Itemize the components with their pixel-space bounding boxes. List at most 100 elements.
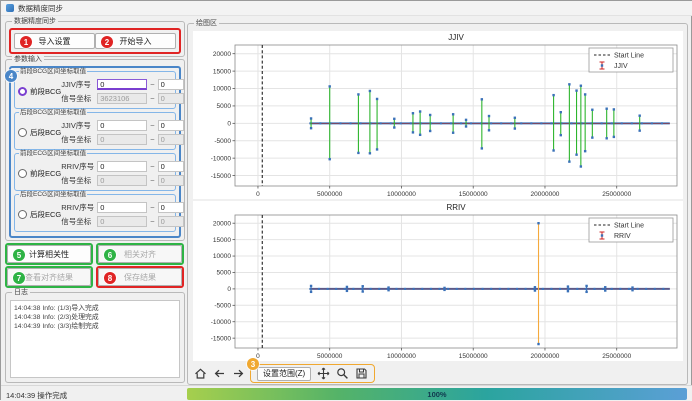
plot-toolbar: 3 设置范围(Z) — [191, 364, 375, 383]
param-group: 参数输入 4 前段BCG区间坐标取值 前段BCG JJIV序号 ~ — [5, 59, 185, 241]
svg-text:-10000: -10000 — [211, 155, 232, 162]
svg-text:20000000: 20000000 — [531, 191, 560, 198]
back-arrow-icon[interactable] — [212, 367, 226, 381]
save-result-cell: 8 保存结果 — [96, 266, 184, 288]
save-icon[interactable] — [354, 367, 368, 381]
import-settings-label: 导入设置 — [39, 36, 71, 47]
rriv-chart[interactable]: 0500000010000000150000002000000025000000… — [193, 201, 683, 361]
step-badge-5: 5 — [13, 249, 25, 261]
start-import-button[interactable]: 2 开始导入 — [95, 33, 176, 49]
rear-ecg-body: 后段ECG RRIV序号 ~ 信号坐标 ~ — [15, 195, 175, 231]
rear-bcg-section-title: 后段BCG区间坐标取值 — [19, 109, 87, 117]
action-buttons: 5 计算相关性 6 相关对齐 7 查看对齐结果 8 保存结果 — [5, 243, 185, 290]
rear-ecg-section: 后段ECG区间坐标取值 后段ECG RRIV序号 ~ — [14, 194, 176, 232]
front-ecg-coord-to-input[interactable] — [158, 175, 184, 186]
jjiv-index-label: JJIV序号 — [61, 120, 94, 131]
front-bcg-radio-label: 前段BCG — [30, 86, 61, 97]
front-ecg-rriv-to-input[interactable] — [158, 161, 184, 172]
svg-text:JJIV: JJIV — [448, 33, 464, 42]
calc-correlation-button[interactable]: 5 计算相关性 — [7, 245, 91, 263]
param-group-title: 参数输入 — [12, 55, 44, 64]
calc-correlation-label: 计算相关性 — [29, 249, 69, 260]
range-tilde: ~ — [150, 94, 154, 103]
svg-text:-5000: -5000 — [214, 303, 231, 310]
range-tilde: ~ — [150, 203, 154, 212]
front-bcg-coord-to-input[interactable] — [158, 93, 184, 104]
range-tilde: ~ — [150, 176, 154, 185]
rear-bcg-jjiv-to-input[interactable] — [158, 120, 184, 131]
progress-bar: 100% — [187, 388, 687, 400]
rear-ecg-section-title: 后段ECG区间坐标取值 — [19, 191, 87, 199]
front-bcg-jjiv-to-input[interactable] — [158, 79, 184, 90]
step-badge-3: 3 — [247, 358, 259, 370]
rear-bcg-coord-from-input[interactable] — [97, 134, 147, 145]
home-icon[interactable] — [193, 367, 207, 381]
rear-bcg-radio-label: 后段BCG — [30, 127, 61, 138]
range-tilde: ~ — [150, 162, 154, 171]
range-tilde: ~ — [150, 217, 154, 226]
svg-text:25000000: 25000000 — [602, 191, 631, 198]
front-bcg-coord-from-input[interactable] — [97, 93, 147, 104]
forward-arrow-icon[interactable] — [231, 367, 245, 381]
rear-bcg-radio[interactable] — [18, 128, 27, 137]
rear-ecg-radio-label: 后段ECG — [30, 209, 61, 220]
set-range-button[interactable]: 设置范围(Z) — [257, 367, 311, 381]
front-ecg-coord-from-input[interactable] — [97, 175, 147, 186]
corr-align-button[interactable]: 6 相关对齐 — [98, 245, 182, 263]
svg-text:0: 0 — [227, 121, 231, 128]
import-settings-button[interactable]: 1 导入设置 — [14, 33, 95, 49]
svg-text:JJIV: JJIV — [614, 63, 628, 70]
svg-text:5000: 5000 — [217, 270, 232, 277]
sync-group-title: 数据精度同步 — [12, 17, 58, 26]
view-result-cell: 7 查看对齐结果 — [5, 266, 93, 288]
plot-panel: 绘图区 050000001000000015000000200000002500… — [187, 19, 689, 385]
front-bcg-jjiv-from-input[interactable] — [97, 79, 147, 90]
svg-text:RRIV: RRIV — [614, 233, 631, 240]
rear-bcg-coord-to-input[interactable] — [158, 134, 184, 145]
rear-ecg-rriv-from-input[interactable] — [97, 202, 147, 213]
svg-text:15000: 15000 — [213, 237, 231, 244]
front-bcg-radio[interactable] — [18, 87, 27, 96]
rriv-index-label: RRIV序号 — [61, 161, 94, 172]
log-group-title: 日志 — [12, 288, 30, 297]
param-frame-annotation: 4 前段BCG区间坐标取值 前段BCG JJIV序号 ~ — [9, 66, 181, 238]
save-result-label: 保存结果 — [124, 272, 156, 283]
app-window: { "window": { "title": "数据精度同步" }, "misc… — [0, 0, 692, 400]
log-line: 14:04:39 Info: (3/3)绘制完成 — [14, 322, 176, 331]
svg-text:10000000: 10000000 — [387, 191, 416, 198]
title-bar: 数据精度同步 — [1, 1, 692, 16]
save-result-button[interactable]: 8 保存结果 — [98, 268, 182, 286]
front-bcg-body: 前段BCG JJIV序号 ~ 信号坐标 ~ — [15, 72, 175, 108]
log-line: 14:04:38 Info: (2/3)处理完成 — [14, 313, 176, 322]
front-ecg-radio[interactable] — [18, 169, 27, 178]
svg-text:5000: 5000 — [217, 103, 232, 110]
svg-text:25000000: 25000000 — [602, 353, 631, 360]
app-icon — [6, 4, 14, 12]
rear-ecg-coord-from-input[interactable] — [97, 216, 147, 227]
front-ecg-rriv-from-input[interactable] — [97, 161, 147, 172]
front-bcg-section: 前段BCG区间坐标取值 前段BCG JJIV序号 ~ — [14, 71, 176, 109]
svg-text:10000: 10000 — [213, 86, 231, 93]
signal-coord-label: 信号坐标 — [61, 134, 94, 145]
jjiv-chart[interactable]: 0500000010000000150000002000000025000000… — [193, 31, 683, 199]
progress-label: 100% — [427, 390, 446, 399]
svg-text:15000: 15000 — [213, 68, 231, 75]
svg-text:10000: 10000 — [213, 253, 231, 260]
rear-ecg-rriv-to-input[interactable] — [158, 202, 184, 213]
pan-icon[interactable] — [316, 367, 330, 381]
log-textarea[interactable]: 14:04:38 Info: (1/3)导入完成 14:04:38 Info: … — [10, 300, 180, 378]
step-badge-2: 2 — [101, 36, 113, 48]
rear-bcg-jjiv-from-input[interactable] — [97, 120, 147, 131]
zoom-icon[interactable] — [335, 367, 349, 381]
rear-bcg-body: 后段BCG JJIV序号 ~ 信号坐标 ~ — [15, 113, 175, 149]
range-tilde: ~ — [150, 121, 154, 130]
log-group: 日志 14:04:38 Info: (1/3)导入完成 14:04:38 Inf… — [5, 292, 185, 383]
view-align-result-button[interactable]: 7 查看对齐结果 — [7, 268, 91, 286]
signal-coord-label: 信号坐标 — [61, 216, 94, 227]
rear-ecg-radio[interactable] — [18, 210, 27, 219]
svg-text:-10000: -10000 — [211, 319, 232, 326]
svg-text:0: 0 — [227, 286, 231, 293]
signal-coord-label: 信号坐标 — [61, 175, 94, 186]
svg-text:-5000: -5000 — [214, 138, 231, 145]
rear-ecg-coord-to-input[interactable] — [158, 216, 184, 227]
